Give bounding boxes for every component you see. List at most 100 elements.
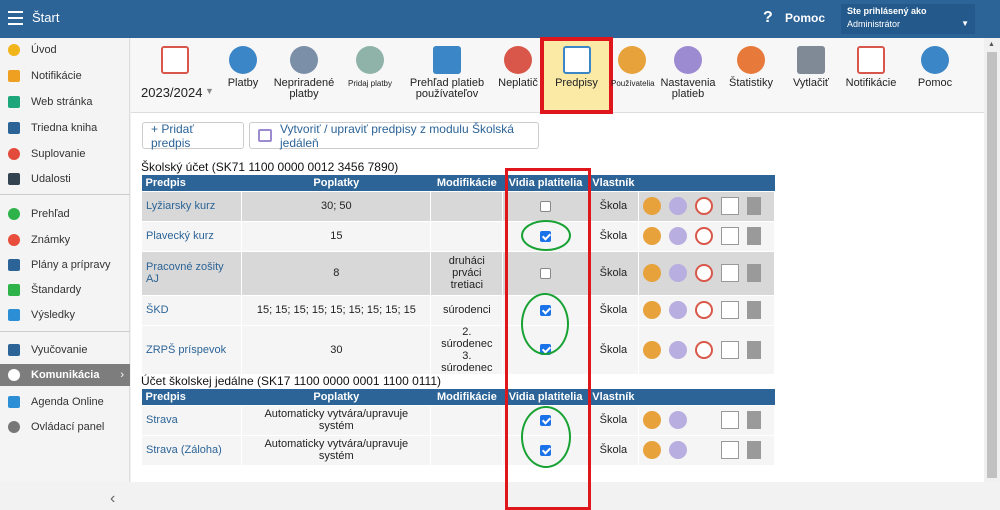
fees: 30 xyxy=(241,324,432,375)
scrollbar[interactable]: ▲ xyxy=(984,38,1000,482)
copy-icon[interactable] xyxy=(720,301,739,319)
trash-icon[interactable] xyxy=(746,340,761,359)
toolbar-statistiky[interactable]: Štatistiky xyxy=(727,46,775,89)
app-title[interactable]: Štart xyxy=(32,10,59,25)
sidebar-item-standardy[interactable]: Štandardy xyxy=(0,279,130,301)
debtor-icon xyxy=(504,46,532,74)
gear-icon[interactable] xyxy=(668,441,687,459)
menu-icon[interactable] xyxy=(8,11,23,25)
trash-icon[interactable] xyxy=(746,264,761,282)
trash-icon[interactable] xyxy=(746,411,761,429)
gear-icon[interactable] xyxy=(668,411,687,429)
sidebar-item-znamky[interactable]: Známky xyxy=(0,229,130,251)
gear-icon[interactable] xyxy=(668,264,687,282)
scroll-up-icon[interactable]: ▲ xyxy=(988,41,995,48)
copy-icon[interactable] xyxy=(720,264,739,282)
year-selector[interactable] xyxy=(155,46,195,78)
user-icon[interactable] xyxy=(642,301,661,319)
user-icon xyxy=(618,46,646,74)
toolbar-pouzivatelia[interactable]: Používatelia xyxy=(611,46,655,89)
question-bag-icon xyxy=(290,46,318,74)
toolbar-pomoc[interactable]: Pomoc xyxy=(911,46,959,89)
sidebar-item-udalosti[interactable]: Udalosti xyxy=(0,168,130,190)
gear-icon[interactable] xyxy=(668,227,687,245)
copy-icon[interactable] xyxy=(720,441,739,459)
sidebar-item-agenda[interactable]: Agenda Online xyxy=(0,391,130,413)
predpis-name[interactable]: Pracovné zošity AJ xyxy=(140,250,243,296)
predpis-name[interactable]: Strava (Záloha) xyxy=(140,434,243,466)
trash-icon[interactable] xyxy=(746,227,761,245)
trash-icon[interactable] xyxy=(746,197,761,215)
trash-icon[interactable] xyxy=(746,441,761,459)
toolbar-predpisy[interactable]: Predpisy xyxy=(545,46,608,89)
col-poplatky: Poplatky xyxy=(241,389,431,405)
toolbar-pridaj[interactable]: Pridaj platby xyxy=(343,46,397,89)
sidebar-item-ovladaci-panel[interactable]: Ovládací panel xyxy=(0,416,130,438)
toolbar-nastavenia[interactable]: Nastavenia platieb xyxy=(657,46,719,100)
user-icon[interactable] xyxy=(642,411,661,429)
trash-icon[interactable] xyxy=(746,301,761,319)
sidebar-item-prehlad[interactable]: Prehľad xyxy=(0,203,130,225)
sidebar-item-suplovanie[interactable]: Suplovanie xyxy=(0,143,130,165)
user-icon[interactable] xyxy=(642,197,661,215)
top-bar: Štart ? Pomoc Ste prihlásený ako Adminis… xyxy=(0,0,1000,38)
user-menu[interactable]: Ste prihlásený ako Administrátor ▼ xyxy=(841,4,975,34)
clock-icon[interactable] xyxy=(694,227,713,245)
copy-icon[interactable] xyxy=(720,340,739,359)
toolbar-nepriradene[interactable]: Nepriradené platby xyxy=(273,46,335,100)
gear-icon[interactable] xyxy=(668,301,687,319)
phone-icon xyxy=(857,46,885,74)
gear-icon[interactable] xyxy=(668,197,687,215)
toolbar-prehlad[interactable]: Prehľad platieb používateľov xyxy=(405,46,489,100)
toolbar-platby[interactable]: Platby xyxy=(219,46,267,89)
canteen-predpisy-button[interactable]: Vytvoriť / upraviť predpisy z modulu Ško… xyxy=(249,122,539,150)
clock-icon[interactable] xyxy=(694,197,713,215)
chat-icon xyxy=(8,369,20,381)
predpis-name[interactable]: ZRPŠ príspevok xyxy=(140,324,243,375)
house-icon xyxy=(8,96,20,108)
add-predpis-button[interactable]: + Pridať predpis xyxy=(142,122,244,150)
help-icon[interactable]: ? xyxy=(763,9,773,27)
col-modifikacie: Modifikácie xyxy=(430,175,503,191)
copy-icon[interactable] xyxy=(720,227,739,245)
row-actions xyxy=(637,190,776,222)
user-icon[interactable] xyxy=(642,227,661,245)
sidebar-item-web[interactable]: Web stránka xyxy=(0,91,130,113)
owner: Škola xyxy=(587,220,639,252)
sidebar-item-plany[interactable]: Plány a prípravy xyxy=(0,254,130,276)
toolbar-neplatic[interactable]: Neplatič xyxy=(495,46,541,89)
sidebar-item-komunikacia[interactable]: Komunikácia › xyxy=(0,364,130,386)
canteen-account-title: Účet školskej jedálne (SK17 1100 0000 00… xyxy=(141,374,441,388)
user-icon[interactable] xyxy=(642,264,661,282)
copy-icon[interactable] xyxy=(720,197,739,215)
user-icon[interactable] xyxy=(642,340,661,359)
modifications: súrodenci xyxy=(430,294,504,326)
sidebar-item-uvod[interactable]: Úvod xyxy=(0,39,130,61)
gear-icon[interactable] xyxy=(668,340,687,359)
user-icon[interactable] xyxy=(642,441,661,459)
sidebar-item-triedna-kniha[interactable]: Triedna kniha xyxy=(0,117,130,139)
predpis-name[interactable]: Strava xyxy=(140,404,243,436)
sidebar-item-vysledky[interactable]: Výsledky xyxy=(0,304,130,326)
year-value[interactable]: 2023/2024 xyxy=(141,85,202,100)
predpis-name[interactable]: Lyžiarsky kurz xyxy=(140,190,243,222)
clock-icon[interactable] xyxy=(694,301,713,319)
col-actions xyxy=(638,389,775,405)
predpis-name[interactable]: ŠKD xyxy=(140,294,243,326)
clock-icon[interactable] xyxy=(694,264,713,282)
sidebar-item-notifikacie[interactable]: Notifikácie xyxy=(0,65,130,87)
help-link[interactable]: Pomoc xyxy=(785,11,825,25)
toolbar-notifikacie[interactable]: Notifikácie xyxy=(841,46,901,89)
scrollbar-thumb[interactable] xyxy=(987,52,997,478)
shield-icon xyxy=(8,284,20,296)
clock-icon[interactable] xyxy=(694,340,713,359)
collapse-sidebar-icon[interactable]: ‹ xyxy=(110,490,115,508)
table-row: Strava Automaticky vytvára/upravuje syst… xyxy=(140,404,776,436)
school-account-title: Školský účet (SK71 1100 0000 0012 3456 7… xyxy=(141,160,399,174)
copy-icon[interactable] xyxy=(720,411,739,429)
toolbar-vytlacit[interactable]: Vytlačiť xyxy=(783,46,839,89)
chevron-down-icon[interactable]: ▼ xyxy=(205,86,214,96)
predpis-name[interactable]: Plavecký kurz xyxy=(140,220,243,252)
sidebar-item-vyucovanie[interactable]: Vyučovanie xyxy=(0,339,130,361)
row-actions xyxy=(637,404,776,436)
